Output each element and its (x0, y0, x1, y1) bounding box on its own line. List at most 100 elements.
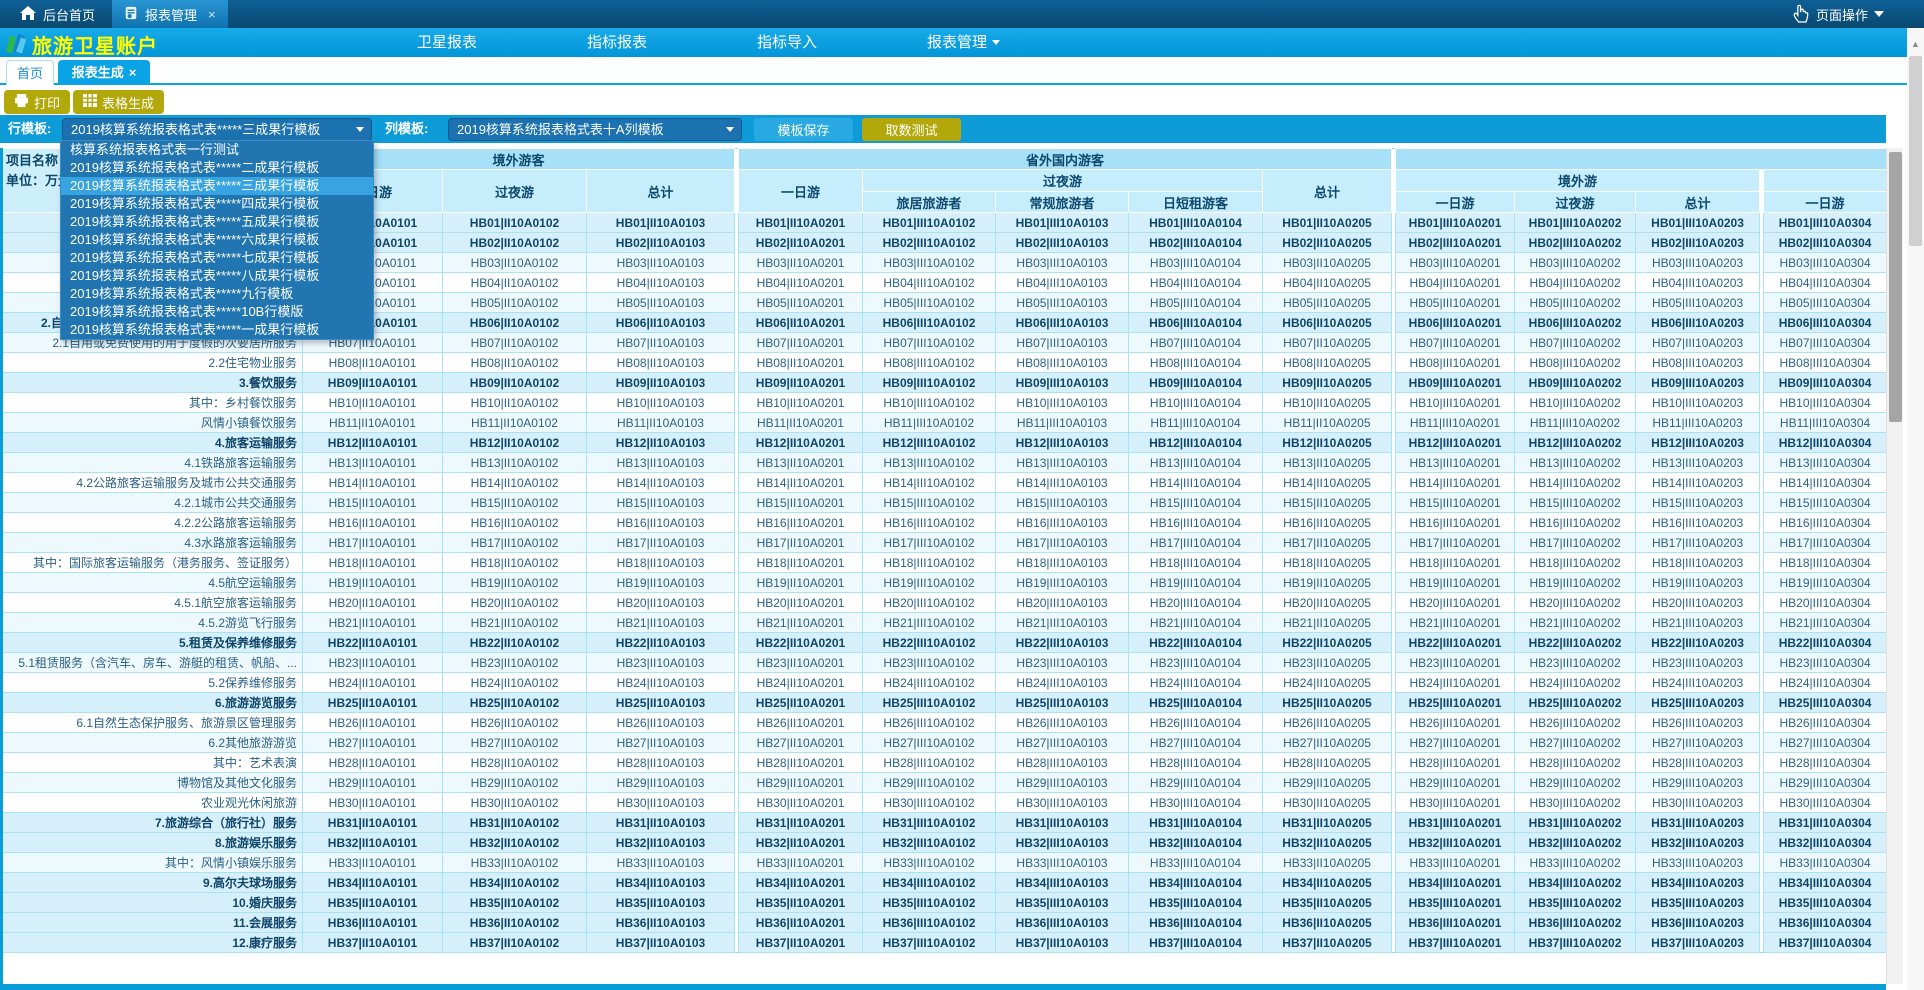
data-cell: HB27|III10A0304 (1764, 733, 1886, 753)
nav-report-management[interactable]: 报表管理 (927, 28, 1000, 57)
data-cell: HB08|III10A0203 (1636, 353, 1760, 373)
data-cell: HB12|III10A0304 (1764, 433, 1886, 453)
backend-home-item[interactable]: 后台首页 (10, 0, 105, 28)
page-scrollbar[interactable]: ▲ (1907, 28, 1924, 990)
data-cell: HB16|II10A0102 (443, 513, 587, 533)
data-cell: HB11|III10A0201 (1396, 413, 1515, 433)
data-cell: HB08|II10A0201 (739, 353, 863, 373)
table-row: 2.2住宅物业服务HB08|II10A0101HB08|II10A0102HB0… (1, 353, 1887, 373)
data-cell: HB23|III10A0203 (1636, 653, 1760, 673)
data-cell: HB06|II10A0102 (443, 313, 587, 333)
dropdown-option[interactable]: 2019核算系统报表格式表*****四成果行模板 (61, 195, 373, 213)
data-cell: HB05|II10A0201 (739, 293, 863, 313)
save-template-button[interactable]: 模板保存 (754, 118, 853, 141)
dropdown-option[interactable]: 2019核算系统报表格式表*****七成果行模板 (61, 249, 373, 267)
data-cell: HB26|III10A0202 (1515, 713, 1636, 733)
data-cell: HB26|III10A0102 (863, 713, 996, 733)
data-cell: HB14|III10A0201 (1396, 473, 1515, 493)
data-cell: HB17|III10A0102 (863, 533, 996, 553)
data-cell: HB13|II10A0101 (303, 453, 443, 473)
table-row: 4.5.1航空旅客运输服务HB20|II10A0101HB20|II10A010… (1, 593, 1887, 613)
dropdown-option[interactable]: 2019核算系统报表格式表*****三成果行模板 (61, 177, 373, 195)
data-cell: HB14|III10A0103 (996, 473, 1129, 493)
col-header-overnight: 过夜游 (443, 170, 587, 213)
data-cell: HB18|II10A0201 (739, 553, 863, 573)
data-cell: HB13|III10A0202 (1515, 453, 1636, 473)
row-label-cell: 12.康疗服务 (1, 933, 303, 953)
page-scrollbar-thumb[interactable] (1909, 56, 1922, 246)
row-template-value: 2019核算系统报表格式表*****三成果行模板 (71, 122, 320, 137)
nav-indicator-import[interactable]: 指标导入 (757, 28, 817, 57)
data-cell: HB25|III10A0203 (1636, 693, 1760, 713)
data-cell: HB01|III10A0104 (1129, 213, 1263, 233)
tab-close-icon[interactable]: × (208, 7, 216, 22)
dropdown-option[interactable]: 2019核算系统报表格式表*****五成果行模板 (61, 213, 373, 231)
data-cell: HB12|III10A0202 (1515, 433, 1636, 453)
data-cell: HB29|III10A0304 (1764, 773, 1886, 793)
dropdown-option[interactable]: 2019核算系统报表格式表*****八成果行模板 (61, 267, 373, 285)
table-scrollbar[interactable] (1886, 148, 1903, 984)
brand: 旅游卫星账户 (4, 30, 158, 59)
data-cell: HB14|III10A0102 (863, 473, 996, 493)
tab-report-generation[interactable]: 报表生成× (58, 60, 150, 85)
data-cell: HB06|III10A0202 (1515, 313, 1636, 333)
nav-indicator-reports[interactable]: 指标报表 (587, 28, 647, 57)
data-cell: HB04|III10A0104 (1129, 273, 1263, 293)
dropdown-option[interactable]: 2019核算系统报表格式表*****六成果行模板 (61, 231, 373, 249)
table-row: 4.5.2游览飞行服务HB21|II10A0101HB21|II10A0102H… (1, 613, 1887, 633)
top-bar: 后台首页 报表管理 × 页面操作 (0, 0, 1924, 28)
data-cell: HB07|III10A0203 (1636, 333, 1760, 353)
dropdown-option[interactable]: 2019核算系统报表格式表*****10B行模版 (61, 303, 373, 321)
data-cell: HB10|II10A0201 (739, 393, 863, 413)
data-cell: HB25|II10A0101 (303, 693, 443, 713)
data-cell: HB02|III10A0102 (863, 233, 996, 253)
data-cell: HB21|III10A0103 (996, 613, 1129, 633)
data-cell: HB16|II10A0201 (739, 513, 863, 533)
scroll-up-arrow-icon[interactable]: ▲ (1907, 36, 1924, 52)
data-cell: HB21|II10A0102 (443, 613, 587, 633)
data-cell: HB09|II10A0103 (587, 373, 735, 393)
data-cell: HB09|III10A0102 (863, 373, 996, 393)
page-operations-menu[interactable]: 页面操作 (1792, 0, 1884, 28)
generate-table-button[interactable]: 表格生成 (73, 90, 164, 114)
data-cell: HB08|III10A0104 (1129, 353, 1263, 373)
print-button[interactable]: 打印 (4, 90, 70, 114)
data-cell: HB29|III10A0202 (1515, 773, 1636, 793)
browser-tab-report-management[interactable]: 报表管理 × (112, 0, 228, 28)
tab-close-icon[interactable]: × (129, 65, 137, 80)
row-label-cell: 10.婚庆服务 (1, 893, 303, 913)
dropdown-option[interactable]: 核算系统报表格式表一行测试 (61, 141, 373, 159)
data-cell: HB28|III10A0201 (1396, 753, 1515, 773)
template-bar: 行模板: 2019核算系统报表格式表*****三成果行模板 列模板: 2019核… (0, 115, 1886, 143)
col-template-value: 2019核算系统报表格式表十A列模板 (457, 122, 664, 137)
data-cell: HB02|III10A0201 (1396, 233, 1515, 253)
data-cell: HB24|III10A0304 (1764, 673, 1886, 693)
row-template-select[interactable]: 2019核算系统报表格式表*****三成果行模板 (62, 118, 372, 141)
row-template-dropdown[interactable]: 核算系统报表格式表一行测试2019核算系统报表格式表*****二成果行模板201… (60, 140, 374, 340)
brand-title: 旅游卫星账户 (32, 30, 158, 59)
dropdown-option[interactable]: 2019核算系统报表格式表*****一成果行模板 (61, 321, 373, 339)
data-cell: HB26|III10A0103 (996, 713, 1129, 733)
data-cell: HB31|III10A0104 (1129, 813, 1263, 833)
data-cell: HB20|III10A0103 (996, 593, 1129, 613)
nav-satellite-reports[interactable]: 卫星报表 (417, 28, 477, 57)
data-cell: HB31|III10A0102 (863, 813, 996, 833)
dropdown-option[interactable]: 2019核算系统报表格式表*****九行模板 (61, 285, 373, 303)
data-cell: HB11|II10A0103 (587, 413, 735, 433)
chevron-down-icon (992, 40, 1000, 45)
data-cell: HB34|III10A0202 (1515, 873, 1636, 893)
data-cell: HB01|II10A0201 (739, 213, 863, 233)
data-cell: HB28|II10A0201 (739, 753, 863, 773)
data-cell: HB02|II10A0201 (739, 233, 863, 253)
fetch-test-button[interactable]: 取数测试 (862, 118, 961, 141)
tab-home[interactable]: 首页 (6, 60, 54, 85)
data-cell: HB18|III10A0103 (996, 553, 1129, 573)
data-cell: HB10|II10A0103 (587, 393, 735, 413)
data-cell: HB15|II10A0201 (739, 493, 863, 513)
col-template-select[interactable]: 2019核算系统报表格式表十A列模板 (448, 118, 742, 141)
table-scrollbar-thumb[interactable] (1889, 152, 1902, 422)
dropdown-option[interactable]: 2019核算系统报表格式表*****二成果行模板 (61, 159, 373, 177)
data-cell: HB03|III10A0102 (863, 253, 996, 273)
data-cell: HB13|III10A0304 (1764, 453, 1886, 473)
data-cell: HB32|III10A0103 (996, 833, 1129, 853)
